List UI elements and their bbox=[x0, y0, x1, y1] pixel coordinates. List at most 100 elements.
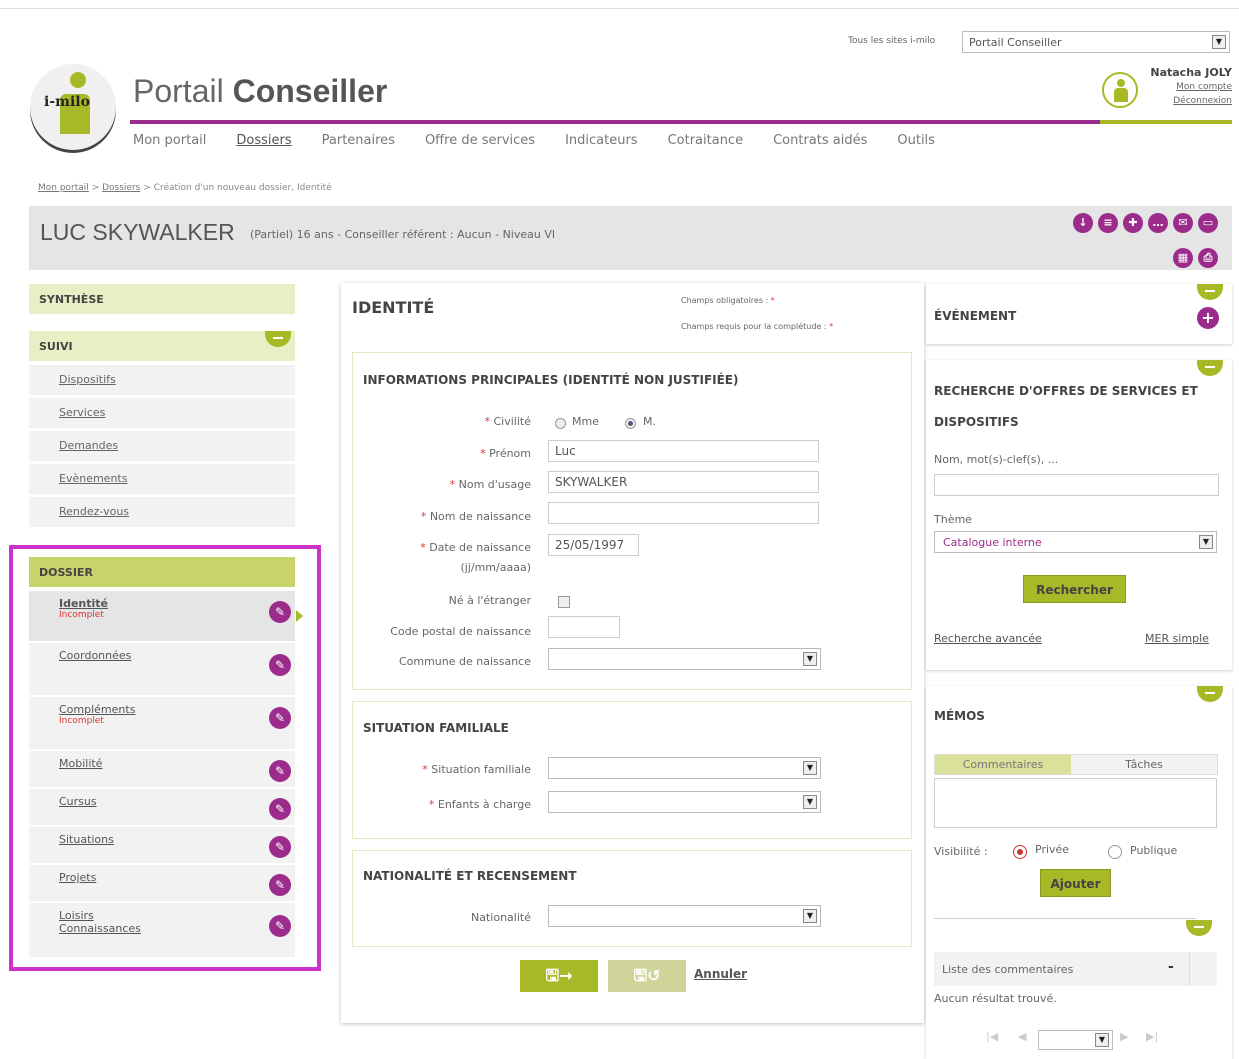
nationalite-select[interactable]: ▼ bbox=[548, 905, 821, 927]
nav-indicateurs[interactable]: Indicateurs bbox=[565, 133, 638, 148]
radio-privee[interactable] bbox=[1013, 845, 1027, 859]
enfants-select[interactable]: ▼ bbox=[548, 791, 821, 813]
my-account-link[interactable]: Mon compte bbox=[1176, 82, 1232, 92]
chevron-down-icon: ▼ bbox=[803, 795, 817, 809]
save-continue-button[interactable]: 🖫→ bbox=[520, 960, 598, 992]
message-icon[interactable]: ✉ bbox=[1173, 213, 1193, 233]
pager-prev-icon[interactable]: ◀ bbox=[1018, 1030, 1026, 1043]
nav-contrats-aides[interactable]: Contrats aidés bbox=[773, 133, 867, 148]
theme-value: Catalogue interne bbox=[943, 536, 1042, 549]
radio-mme-label: Mme bbox=[572, 415, 599, 428]
dossier-item-complements[interactable]: Compléments Incomplet ✎ bbox=[29, 697, 295, 751]
radio-mme[interactable] bbox=[555, 418, 566, 429]
nav-outils[interactable]: Outils bbox=[897, 133, 935, 148]
sidebar-item-rendez-vous[interactable]: Rendez-vous bbox=[29, 497, 295, 528]
sidebar-synthese[interactable]: SYNTHÈSE bbox=[29, 284, 295, 314]
chat-icon[interactable]: … bbox=[1148, 213, 1168, 233]
pager-last-icon[interactable]: ▶| bbox=[1146, 1030, 1158, 1043]
site-selector-value: Portail Conseiller bbox=[969, 36, 1062, 49]
mail-icon[interactable]: ▭ bbox=[1198, 213, 1218, 233]
download-icon[interactable]: ↓ bbox=[1073, 213, 1093, 233]
top-divider bbox=[0, 8, 1239, 9]
evenement-title: ÉVÉNEMENT bbox=[934, 309, 1017, 323]
sidebar-item-dispositifs[interactable]: Dispositifs bbox=[29, 365, 295, 396]
breadcrumb-home[interactable]: Mon portail bbox=[38, 183, 89, 193]
advanced-search-link[interactable]: Recherche avancée bbox=[934, 632, 1042, 645]
dossier-item-label: Projets bbox=[59, 871, 97, 884]
gift-icon[interactable]: ✚ bbox=[1123, 213, 1143, 233]
add-event-icon[interactable]: + bbox=[1197, 307, 1219, 329]
date-naissance-input[interactable]: 25/05/1997 bbox=[548, 534, 639, 556]
dossier-item-coordonnees[interactable]: Coordonnées ✎ bbox=[29, 643, 295, 697]
edit-icon[interactable]: ✎ bbox=[269, 760, 291, 782]
search-button[interactable]: Rechercher bbox=[1023, 575, 1126, 603]
dossier-item-projets[interactable]: Projets ✎ bbox=[29, 865, 295, 903]
edit-icon[interactable]: ✎ bbox=[269, 874, 291, 896]
cancel-link[interactable]: Annuler bbox=[694, 967, 747, 981]
edit-icon[interactable]: ✎ bbox=[269, 601, 291, 623]
calendar-icon[interactable]: ▦ bbox=[1173, 248, 1193, 268]
save-reload-button[interactable]: 🖫↺ bbox=[608, 960, 686, 992]
edit-icon[interactable]: ✎ bbox=[269, 707, 291, 729]
collapse-list-button[interactable]: - bbox=[1168, 959, 1174, 975]
sidebar-suivi[interactable]: SUIVI bbox=[29, 331, 295, 361]
nav-mon-portail[interactable]: Mon portail bbox=[133, 133, 206, 148]
no-result-text: Aucun résultat trouvé. bbox=[934, 992, 1057, 1005]
edit-icon[interactable]: ✎ bbox=[269, 798, 291, 820]
breadcrumb-dossiers[interactable]: Dossiers bbox=[102, 183, 140, 193]
active-arrow-icon bbox=[296, 610, 303, 622]
dossier-item-cursus[interactable]: Cursus ✎ bbox=[29, 789, 295, 827]
imilo-logo[interactable]: i-milo bbox=[30, 64, 116, 150]
add-memo-button[interactable]: Ajouter bbox=[1040, 869, 1111, 897]
nom-naissance-input[interactable] bbox=[548, 502, 819, 524]
dossier-item-loisirs[interactable]: Loisirs Connaissances ✎ bbox=[29, 903, 295, 959]
radio-m[interactable] bbox=[625, 418, 636, 429]
breadcrumb-current: Création d'un nouveau dossier, Identité bbox=[153, 183, 332, 193]
tab-commentaires[interactable]: Commentaires bbox=[935, 755, 1071, 774]
nav-partenaires[interactable]: Partenaires bbox=[322, 133, 395, 148]
pager-next-icon[interactable]: ▶ bbox=[1120, 1030, 1128, 1043]
memo-textarea[interactable] bbox=[934, 778, 1217, 828]
logo-text: i-milo bbox=[44, 94, 90, 110]
user-name: Natacha JOLY bbox=[1150, 66, 1232, 79]
code-postal-label: Code postal de naissance bbox=[390, 625, 531, 638]
sidebar-dossier[interactable]: DOSSIER bbox=[29, 557, 295, 587]
nom-naissance-label: * Nom de naissance bbox=[420, 510, 531, 523]
header-purple-bar bbox=[130, 120, 1232, 124]
nav-cotraitance[interactable]: Cotraitance bbox=[668, 133, 744, 148]
commune-select[interactable]: ▼ bbox=[548, 648, 821, 670]
page-size-select[interactable]: ▼ bbox=[1038, 1030, 1113, 1050]
nav-offre-services[interactable]: Offre de services bbox=[425, 133, 535, 148]
radio-publique[interactable] bbox=[1108, 845, 1122, 859]
prenom-label: * Prénom bbox=[480, 447, 531, 460]
ne-etranger-checkbox[interactable] bbox=[558, 596, 570, 608]
dossier-item-identite[interactable]: Identité Incomplet ✎ bbox=[29, 591, 295, 643]
print-icon[interactable]: ⎙ bbox=[1198, 248, 1218, 268]
required-note: Champs obligatoires : * bbox=[681, 296, 775, 305]
sidebar-item-demandes[interactable]: Demandes bbox=[29, 431, 295, 462]
dossier-item-situations[interactable]: Situations ✎ bbox=[29, 827, 295, 865]
form-title: IDENTITÉ bbox=[352, 298, 435, 317]
nom-usage-input[interactable]: SKYWALKER bbox=[548, 471, 819, 493]
document-icon[interactable]: ≡ bbox=[1098, 213, 1118, 233]
code-postal-input[interactable] bbox=[548, 616, 620, 638]
commune-label: Commune de naissance bbox=[398, 655, 531, 668]
edit-icon[interactable]: ✎ bbox=[269, 836, 291, 858]
theme-select[interactable]: Catalogue interne ▼ bbox=[934, 531, 1217, 553]
sidebar-item-services[interactable]: Services bbox=[29, 398, 295, 429]
tab-taches[interactable]: Tâches bbox=[1071, 755, 1217, 774]
edit-icon[interactable]: ✎ bbox=[269, 654, 291, 676]
prenom-input[interactable]: Luc bbox=[548, 440, 819, 462]
app-title: Portail Conseiller bbox=[133, 73, 387, 110]
situation-select[interactable]: ▼ bbox=[548, 757, 821, 779]
radio-privee-label: Privée bbox=[1035, 843, 1070, 856]
site-selector[interactable]: Portail Conseiller ▼ bbox=[962, 31, 1230, 53]
nav-dossiers[interactable]: Dossiers bbox=[236, 133, 291, 148]
pager-first-icon[interactable]: |◀ bbox=[986, 1030, 998, 1043]
sidebar-item-evenements[interactable]: Evènements bbox=[29, 464, 295, 495]
logout-link[interactable]: Déconnexion bbox=[1173, 96, 1232, 106]
dossier-item-mobilite[interactable]: Mobilité ✎ bbox=[29, 751, 295, 789]
search-input[interactable] bbox=[934, 474, 1219, 496]
edit-icon[interactable]: ✎ bbox=[269, 915, 291, 937]
mer-simple-link[interactable]: MER simple bbox=[1145, 632, 1209, 645]
